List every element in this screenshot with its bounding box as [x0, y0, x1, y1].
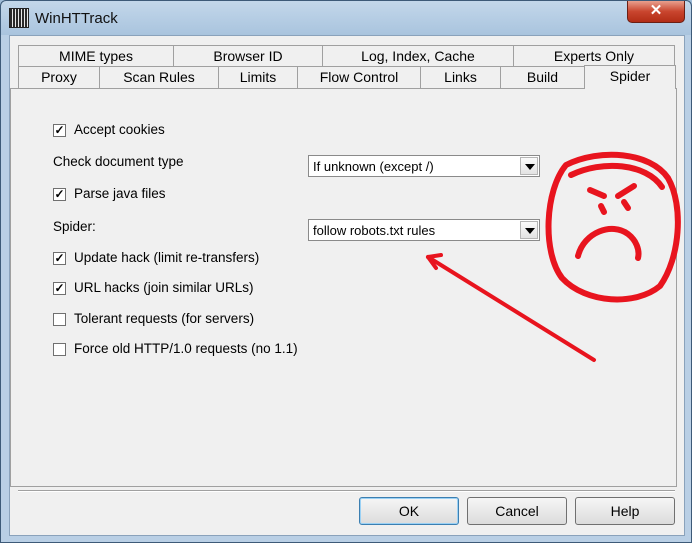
url-hacks-label: URL hacks (join similar URLs): [74, 280, 254, 295]
help-button[interactable]: Help: [575, 497, 675, 525]
force-old-http-label: Force old HTTP/1.0 requests (no 1.1): [74, 341, 298, 356]
close-button[interactable]: ✕: [627, 1, 685, 23]
check-document-type-value: If unknown (except /): [313, 159, 434, 174]
tab-browser-id[interactable]: Browser ID: [173, 45, 323, 67]
tab-flow-control[interactable]: Flow Control: [297, 66, 421, 88]
title-bar[interactable]: WinHTTrack ✕: [1, 1, 691, 35]
window-title: WinHTTrack: [35, 10, 118, 27]
spider-value: follow robots.txt rules: [313, 223, 436, 238]
tab-spider[interactable]: Spider: [584, 65, 676, 89]
tab-proxy[interactable]: Proxy: [18, 66, 100, 88]
spider-label: Spider:: [53, 219, 96, 234]
parse-java-checkbox[interactable]: ✓: [53, 188, 66, 201]
tab-experts-only[interactable]: Experts Only: [513, 45, 675, 67]
parse-java-label: Parse java files: [74, 186, 166, 201]
accept-cookies-checkbox[interactable]: ✓: [53, 124, 66, 137]
update-hack-checkbox[interactable]: ✓: [53, 252, 66, 265]
tab-log-index-cache[interactable]: Log, Index, Cache: [322, 45, 514, 67]
cancel-button[interactable]: Cancel: [467, 497, 567, 525]
ok-button[interactable]: OK: [359, 497, 459, 525]
tolerant-requests-label: Tolerant requests (for servers): [74, 311, 255, 326]
tab-mime-types[interactable]: MIME types: [18, 45, 174, 67]
tab-scan-rules[interactable]: Scan Rules: [99, 66, 219, 88]
update-hack-label: Update hack (limit re-transfers): [74, 250, 260, 265]
chevron-down-icon[interactable]: [520, 221, 538, 239]
app-icon: [9, 8, 29, 28]
check-document-type-label: Check document type: [53, 154, 184, 169]
button-separator: [18, 490, 675, 492]
force-old-http-checkbox[interactable]: [53, 343, 66, 356]
tab-links[interactable]: Links: [420, 66, 501, 88]
tab-build[interactable]: Build: [500, 66, 585, 88]
check-document-type-select[interactable]: If unknown (except /): [308, 155, 540, 177]
chevron-down-icon[interactable]: [520, 157, 538, 175]
spider-select[interactable]: follow robots.txt rules: [308, 219, 540, 241]
accept-cookies-label: Accept cookies: [74, 122, 165, 137]
tab-limits[interactable]: Limits: [218, 66, 298, 88]
url-hacks-checkbox[interactable]: ✓: [53, 282, 66, 295]
tolerant-requests-checkbox[interactable]: [53, 313, 66, 326]
